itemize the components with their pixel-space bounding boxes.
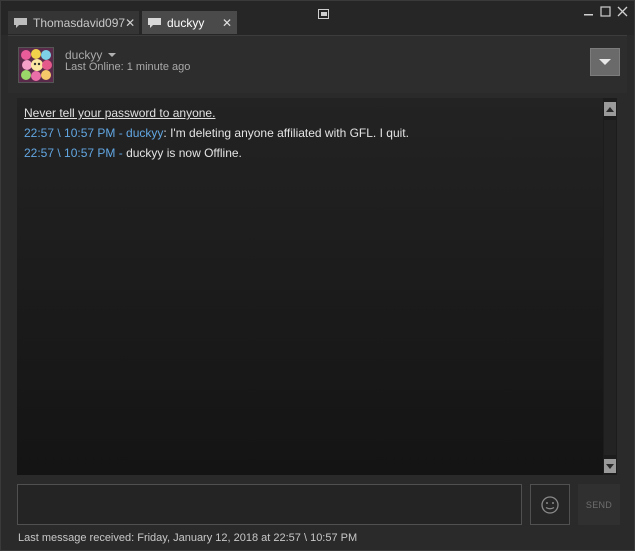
tab-label: duckyy xyxy=(167,15,205,30)
send-button[interactable]: SEND xyxy=(578,484,620,525)
chat-message: 22:57 \ 10:57 PM - duckyy: I'm deleting … xyxy=(24,123,409,143)
scroll-up-arrow-icon[interactable] xyxy=(604,102,616,116)
last-online-status: Last Online: 1 minute ago xyxy=(65,61,191,73)
friend-header: duckyy Last Online: 1 minute ago xyxy=(8,35,627,93)
smiley-icon xyxy=(541,495,559,514)
scroll-thumb[interactable] xyxy=(604,120,616,455)
chat-window: Thomasdavid097 ✕ duckyy ✕ duckyy Last On… xyxy=(0,0,635,551)
chat-scrollbar[interactable] xyxy=(603,98,617,475)
detach-window-icon[interactable] xyxy=(318,6,329,19)
scroll-down-arrow-icon[interactable] xyxy=(604,459,616,473)
maximize-icon[interactable] xyxy=(600,6,611,17)
tab-duckyy[interactable]: duckyy ✕ xyxy=(142,11,237,34)
avatar[interactable] xyxy=(18,47,54,83)
message-text: I'm deleting anyone affiliated with GFL.… xyxy=(170,126,409,140)
tab-close-icon[interactable]: ✕ xyxy=(125,16,135,30)
last-message-status: Last message received: Friday, January 1… xyxy=(18,532,358,544)
username-dropdown[interactable]: duckyy xyxy=(65,48,117,62)
password-warning: Never tell your password to anyone. xyxy=(24,106,216,120)
chat-options-dropdown-button[interactable] xyxy=(590,48,620,76)
chat-message: 22:57 \ 10:57 PM - duckyy is now Offline… xyxy=(24,143,409,163)
chat-lines: Never tell your password to anyone. 22:5… xyxy=(24,103,409,163)
chat-bubble-icon xyxy=(148,17,161,28)
title-bar: Thomasdavid097 ✕ duckyy ✕ xyxy=(1,1,634,35)
message-timestamp[interactable]: 22:57 \ 10:57 PM - duckyy xyxy=(24,126,163,140)
emoticon-button[interactable] xyxy=(530,484,570,525)
message-text: duckyy is now Offline. xyxy=(126,146,242,160)
message-input[interactable] xyxy=(17,484,522,525)
tab-close-icon[interactable]: ✕ xyxy=(221,16,233,30)
chevron-down-icon xyxy=(599,59,611,65)
tab-label: Thomasdavid097 xyxy=(33,15,126,30)
message-timestamp: 22:57 \ 10:57 PM - xyxy=(24,146,127,160)
caret-down-icon xyxy=(108,53,117,57)
close-icon[interactable] xyxy=(617,6,628,17)
tab-thomasdavid097[interactable]: Thomasdavid097 ✕ xyxy=(8,11,139,34)
username: duckyy xyxy=(65,48,103,62)
chat-bubble-icon xyxy=(14,17,27,28)
chat-log: Never tell your password to anyone. 22:5… xyxy=(17,98,603,475)
minimize-icon[interactable] xyxy=(583,6,594,17)
window-controls xyxy=(583,6,628,17)
